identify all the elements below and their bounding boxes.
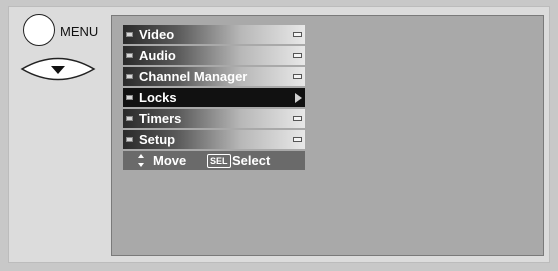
menu-item-label: Audio xyxy=(139,48,176,63)
left-tab-icon xyxy=(126,32,133,37)
menu-item-channel-manager[interactable]: Channel Manager xyxy=(123,67,305,86)
left-tab-icon xyxy=(126,116,133,121)
menu-item-label: Video xyxy=(139,27,175,42)
menu-item-label: Locks xyxy=(139,90,177,105)
menu-item-timers[interactable]: Timers xyxy=(123,109,305,128)
left-tab-icon xyxy=(126,137,133,142)
right-tab-icon xyxy=(293,32,302,37)
menu-item-label: Channel Manager xyxy=(139,69,248,84)
down-arrow-button[interactable] xyxy=(20,54,96,84)
menu-item-video[interactable]: Video xyxy=(123,25,305,44)
select-label: Select xyxy=(232,153,271,168)
right-tab-icon xyxy=(293,116,302,121)
left-tab-icon xyxy=(126,53,133,58)
up-down-arrow-icon xyxy=(138,154,144,167)
menu-item-setup[interactable]: Setup xyxy=(123,130,305,149)
menu-item-label: Setup xyxy=(139,132,176,147)
menu-item-label: Timers xyxy=(139,111,182,126)
menu-button[interactable] xyxy=(23,14,55,46)
help-bar: Move SEL Select xyxy=(123,151,305,170)
menu-button-label: MENU xyxy=(60,24,99,39)
menu-item-locks[interactable]: Locks xyxy=(123,88,305,107)
right-tab-icon xyxy=(293,74,302,79)
left-tab-icon xyxy=(126,95,133,100)
osd-menu: Video Audio Channel Manager Locks Timers… xyxy=(123,25,305,170)
left-tab-icon xyxy=(126,74,133,79)
menu-item-audio[interactable]: Audio xyxy=(123,46,305,65)
right-arrow-icon xyxy=(295,93,302,103)
down-arrow-icon xyxy=(20,57,96,81)
right-tab-icon xyxy=(293,137,302,142)
right-tab-icon xyxy=(293,53,302,58)
sel-key-icon: SEL xyxy=(207,154,231,168)
move-label: Move xyxy=(153,153,187,168)
